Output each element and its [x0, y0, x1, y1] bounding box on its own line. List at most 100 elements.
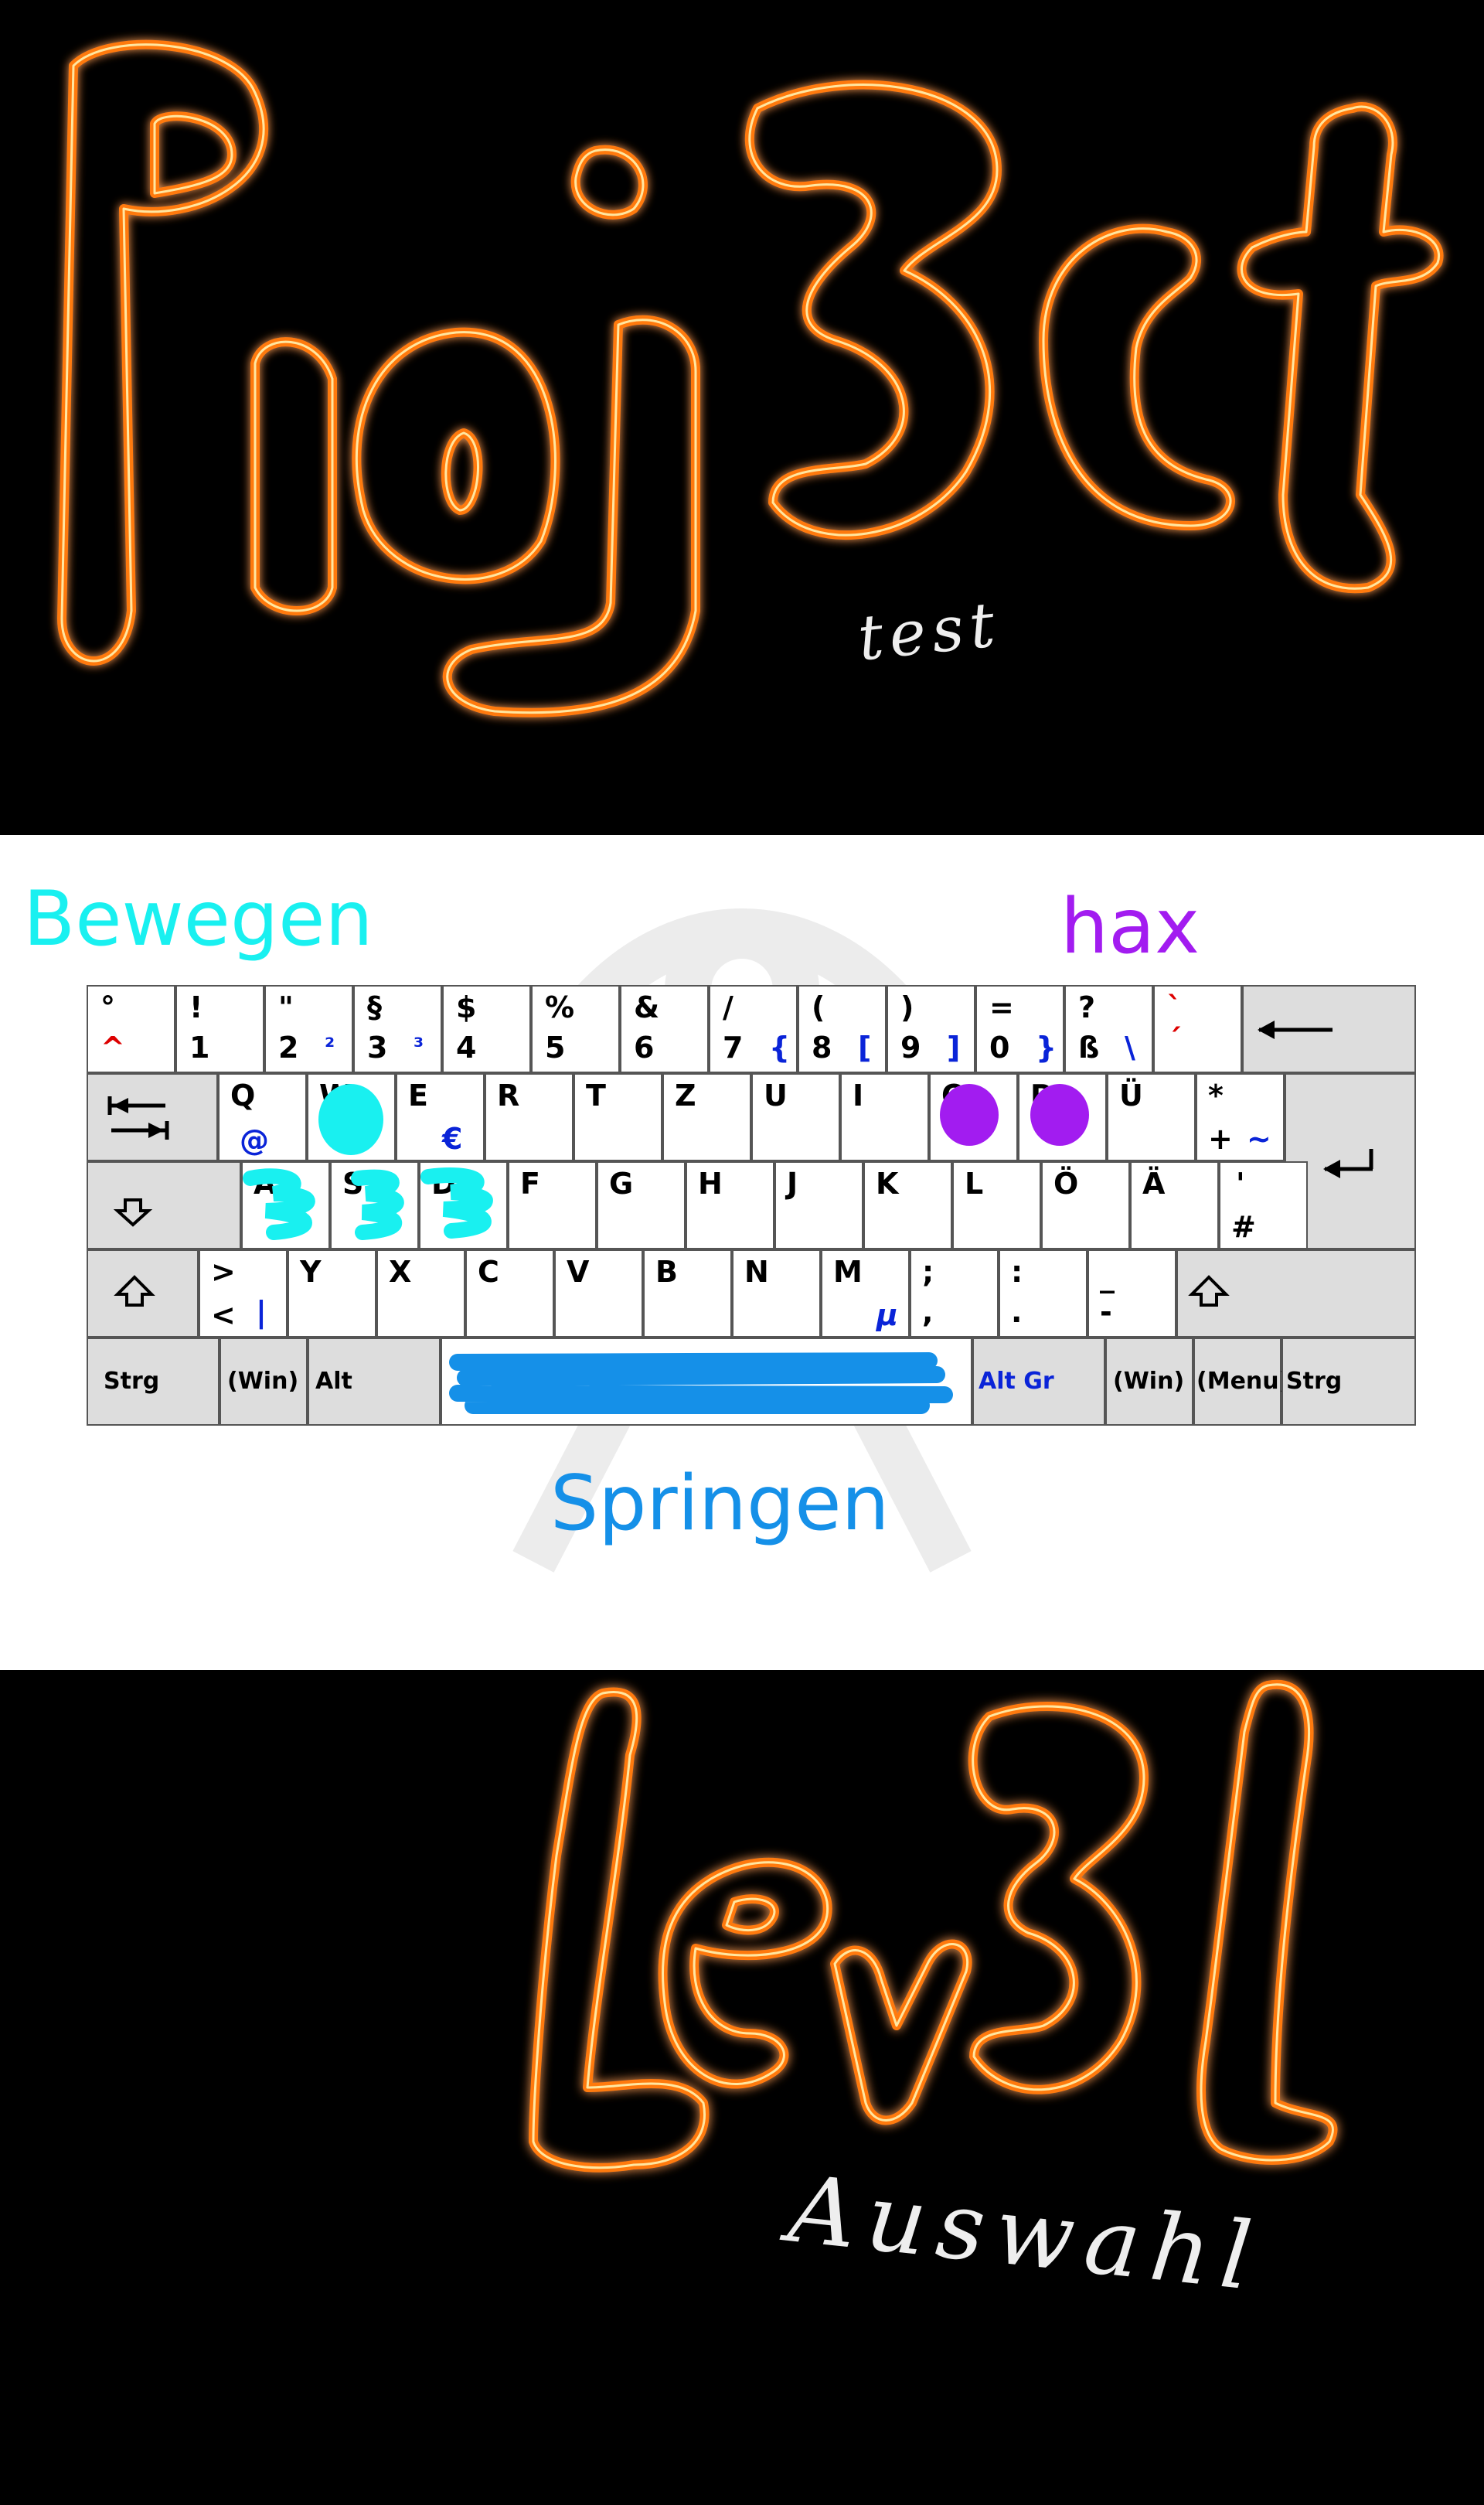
key-label-top: Y: [300, 1255, 322, 1289]
cyan-scribble: [420, 1167, 493, 1239]
lev3l-fire-lettering: [529, 1679, 1338, 2173]
key-y: Y: [288, 1249, 376, 1338]
purple-scribble: [940, 1084, 999, 1146]
key-n: N: [732, 1249, 821, 1338]
key-2: " 2 ²: [264, 985, 353, 1073]
key-label-bottom: 1: [189, 1031, 210, 1065]
key-label: (Win): [1113, 1368, 1185, 1395]
key-label-bottom: 6: [634, 1031, 655, 1065]
key-label-altgr: }: [1036, 1031, 1057, 1065]
key-label-top: E: [408, 1079, 428, 1113]
key-label-altgr: ]: [947, 1031, 961, 1065]
key-label-top: %: [545, 990, 575, 1024]
key-label-altgr: €: [442, 1122, 463, 1156]
key-label-altgr: {: [769, 1031, 791, 1065]
key-space: [441, 1338, 972, 1426]
key-win-left: (Win): [220, 1338, 308, 1426]
key-backspace: [1242, 985, 1416, 1073]
key-label-altgr: |: [256, 1295, 267, 1329]
key-label-top: (: [812, 990, 825, 1024]
key-f: F: [508, 1161, 597, 1249]
key-win-right: (Win): [1105, 1338, 1193, 1426]
key-label-top: M: [833, 1255, 863, 1289]
key-label-top: Ü: [1119, 1079, 1143, 1113]
key-plus: * + ~: [1196, 1073, 1285, 1161]
key-label: Alt: [315, 1368, 352, 1395]
key-label-top: Ö: [1053, 1167, 1079, 1201]
key-label-top: ": [278, 990, 294, 1024]
key-l: L: [952, 1161, 1041, 1249]
key-label-bottom: ^: [100, 1031, 125, 1065]
key-label-top: /: [723, 990, 733, 1024]
key-capslock: [87, 1161, 241, 1249]
key-label: Alt Gr: [979, 1368, 1054, 1395]
key-u: U: [751, 1073, 840, 1161]
key-accent: ` ´: [1153, 985, 1242, 1073]
key-label-top: C: [478, 1255, 499, 1289]
shift-icon: [114, 1275, 155, 1307]
key-o: O: [929, 1073, 1018, 1161]
key-0: = 0 }: [975, 985, 1064, 1073]
key-label-bottom: 0: [989, 1031, 1010, 1065]
key-label-bottom: 7: [723, 1031, 744, 1065]
key-5: % 5: [531, 985, 620, 1073]
key-x: X: [376, 1249, 465, 1338]
key-d: D: [419, 1161, 508, 1249]
key-altgr: Alt Gr: [972, 1338, 1105, 1426]
backspace-icon: [1258, 1021, 1333, 1039]
key-label-top: *: [1208, 1079, 1224, 1113]
key-hash: ' #: [1219, 1161, 1308, 1249]
key-label-altgr: [: [858, 1031, 872, 1065]
key-label-top: T: [586, 1079, 606, 1113]
key-label-top: `: [1167, 990, 1182, 1024]
key-label-altgr: ³: [414, 1034, 424, 1061]
key-label-top: °: [100, 990, 115, 1024]
key-alt: Alt: [308, 1338, 441, 1426]
key-label-top: &: [634, 990, 660, 1024]
key-label-top: K: [876, 1167, 899, 1201]
key-label-top: >: [211, 1255, 236, 1289]
key-6: & 6: [620, 985, 709, 1073]
cyan-scribble: [351, 1169, 404, 1240]
key-label-top: U: [764, 1079, 788, 1113]
key-label-altgr: \: [1125, 1031, 1135, 1065]
key-label: (Menu): [1196, 1368, 1290, 1395]
key-label-bottom: 4: [456, 1031, 477, 1065]
key-label-top: ;: [922, 1255, 934, 1289]
key-label-top: H: [698, 1167, 723, 1201]
key-label-top: N: [744, 1255, 769, 1289]
capslock-icon: [113, 1198, 153, 1227]
key-label-top: L: [965, 1167, 984, 1201]
key-g: G: [597, 1161, 686, 1249]
key-b: B: [643, 1249, 732, 1338]
key-label-bottom: 5: [545, 1031, 566, 1065]
key-p: P: [1018, 1073, 1107, 1161]
key-label-bottom: 2: [278, 1031, 299, 1065]
key-label-top: §: [367, 990, 382, 1024]
key-label-bottom: 9: [900, 1031, 921, 1065]
key-label-top: I: [853, 1079, 864, 1113]
key-label-top: Q: [230, 1079, 256, 1113]
key-i: I: [840, 1073, 929, 1161]
key-strg-right: Strg: [1281, 1338, 1416, 1426]
key-w: W: [307, 1073, 396, 1161]
key-label-bottom: <: [211, 1298, 236, 1332]
key-label-top: ': [1236, 1167, 1245, 1201]
key-label-top: ?: [1078, 990, 1096, 1024]
cyan-scribble: [318, 1084, 383, 1155]
key-eszett: ? ß \: [1064, 985, 1153, 1073]
proj3ct-fire-lettering: [57, 39, 1444, 717]
key-label-bottom: ´: [1167, 1023, 1182, 1057]
key-v: V: [554, 1249, 643, 1338]
key-label-altgr: ²: [325, 1034, 335, 1061]
key-shift-right: [1176, 1249, 1416, 1338]
key-t: T: [574, 1073, 662, 1161]
purple-scribble: [1030, 1084, 1089, 1146]
key-label-bottom: #: [1231, 1210, 1256, 1244]
key-1: ! 1: [175, 985, 264, 1073]
key-minus: _ -: [1087, 1249, 1176, 1338]
key-label-top: !: [189, 990, 203, 1024]
key-label-bottom: +: [1208, 1122, 1233, 1156]
key-label-bottom: 8: [812, 1031, 832, 1065]
key-e: E €: [396, 1073, 485, 1161]
